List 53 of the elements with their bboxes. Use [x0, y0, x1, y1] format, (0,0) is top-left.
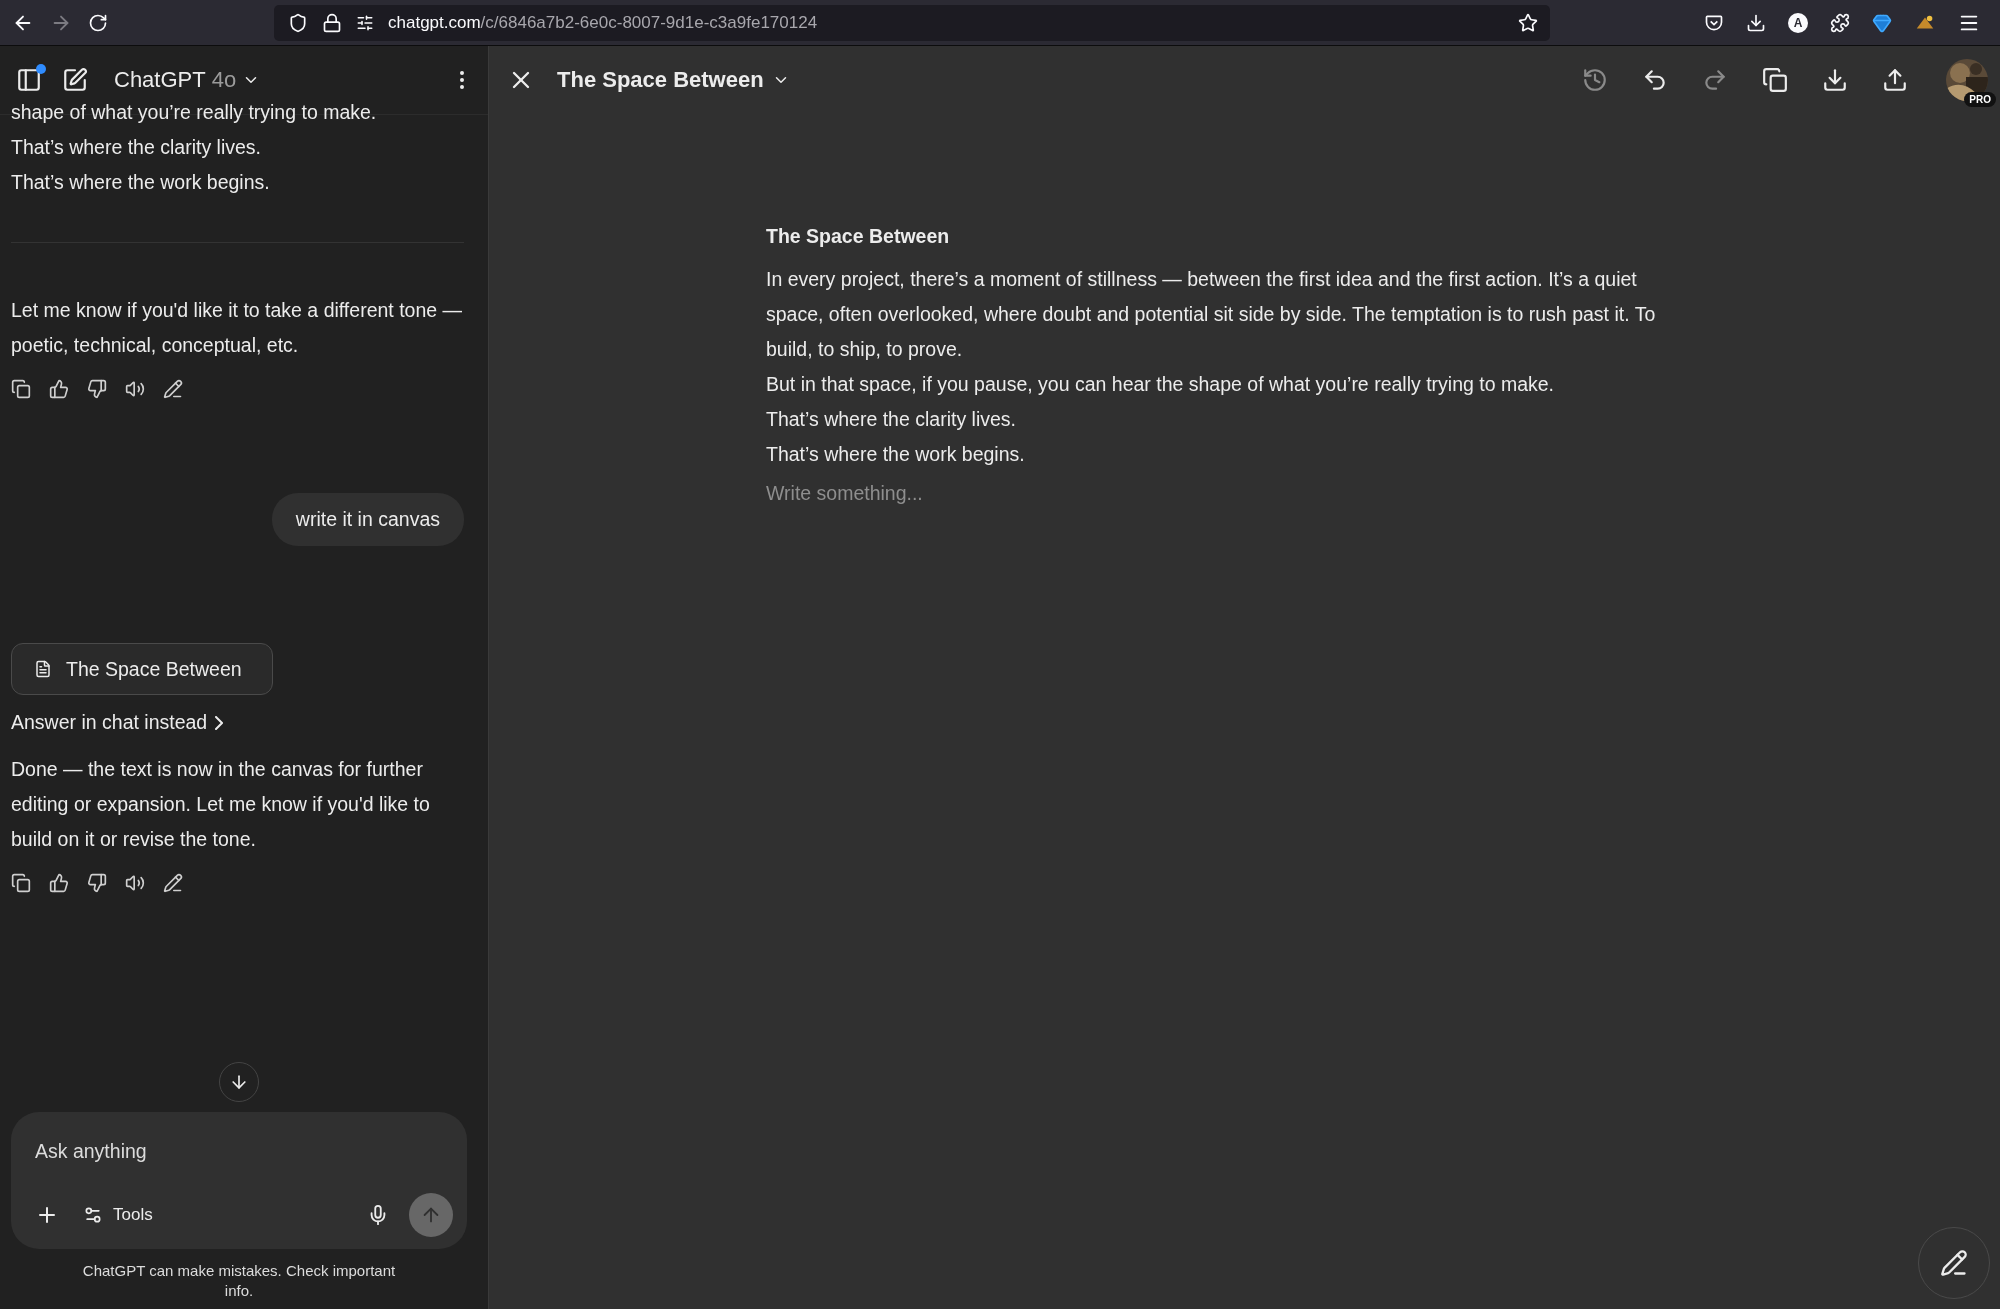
reload-icon[interactable]: [88, 12, 108, 33]
speaker-icon[interactable]: [125, 873, 145, 893]
copy-icon: [1762, 67, 1788, 93]
document-icon: [34, 660, 52, 678]
thumbs-down-icon[interactable]: [87, 873, 107, 893]
lock-icon: [322, 12, 342, 33]
pencil-icon[interactable]: [163, 873, 183, 893]
document-paragraph: But in that space, if you pause, you can hear the shape of what you’re really trying to make.: [766, 372, 1556, 397]
message-text: That’s where the work begins.: [11, 170, 271, 195]
canvas-title[interactable]: The Space Between: [549, 63, 798, 97]
document-title: The Space Between: [766, 224, 951, 249]
history-icon: [1582, 67, 1608, 93]
thumbs-down-icon[interactable]: [87, 379, 107, 399]
message-text: Done — the text is now in the canvas for further editing or expansion. Let me know if you'd like to build on it or revise the tone.: [11, 757, 431, 852]
account-icon[interactable]: A: [1788, 12, 1808, 33]
site-settings-icon: [356, 13, 374, 32]
chevron-right-icon: [215, 715, 224, 730]
pro-badge: PRO: [1964, 92, 1996, 107]
scroll-down-button[interactable]: [219, 1062, 259, 1102]
share-icon: [1882, 67, 1908, 93]
sliders-icon: [83, 1205, 103, 1225]
pencil-icon[interactable]: [163, 379, 183, 399]
message-text: That’s where the clarity lives.: [11, 135, 262, 160]
canvas-card[interactable]: The Space Between: [11, 643, 273, 695]
tools-button[interactable]: Tools: [79, 1201, 157, 1229]
copy-icon[interactable]: [11, 873, 31, 893]
document-paragraph: In every project, there’s a moment of stillness — between the first idea and the first action. It’s a quiet space, often overlooked, where doubt and potential sit side by side. The temptation is to rush past it. To build, to ship, to prove.: [766, 267, 1657, 362]
url-text: chatgpt.com/c/6846a7b2-6e0c-8007-9d1e-c3a9fe170124: [388, 12, 819, 33]
redo-icon: [1702, 67, 1728, 93]
document-paragraph: That’s where the work begins.: [766, 442, 1026, 467]
message-text: Let me know if you'd like it to take a different tone — poetic, technical, conceptual, etc.: [11, 298, 464, 358]
new-chat-icon[interactable]: [62, 67, 88, 93]
download-icon: [1822, 67, 1848, 93]
message-text: shape of what you’re really trying to make.: [11, 100, 378, 125]
shield-icon: [288, 12, 308, 33]
undo-icon: [1642, 67, 1668, 93]
thumbs-up-icon[interactable]: [49, 873, 69, 893]
model-selector[interactable]: ChatGPT 4o: [108, 63, 267, 97]
document-paragraph: That’s where the clarity lives.: [766, 407, 1017, 432]
gem-icon[interactable]: [1872, 12, 1892, 33]
write-field[interactable]: Write something...: [766, 482, 1166, 505]
user-message: write it in canvas: [271, 493, 464, 546]
disclaimer: ChatGPT can make mistakes. Check important info.: [81, 1261, 397, 1301]
download-icon[interactable]: [1746, 12, 1766, 33]
address-bar[interactable]: chatgpt.com/c/6846a7b2-6e0c-8007-9d1e-c3a9fe170124: [274, 4, 1550, 41]
composer: Ask anything Tools: [11, 1112, 467, 1249]
speaker-icon[interactable]: [125, 379, 145, 399]
extensions-icon[interactable]: [1830, 12, 1850, 33]
star-icon[interactable]: [1518, 12, 1538, 33]
thumbs-up-icon[interactable]: [49, 379, 69, 399]
answer-in-chat-link[interactable]: Answer in chat instead: [11, 711, 464, 734]
copy-icon[interactable]: [11, 379, 31, 399]
pencil-icon: [1940, 1249, 1968, 1277]
